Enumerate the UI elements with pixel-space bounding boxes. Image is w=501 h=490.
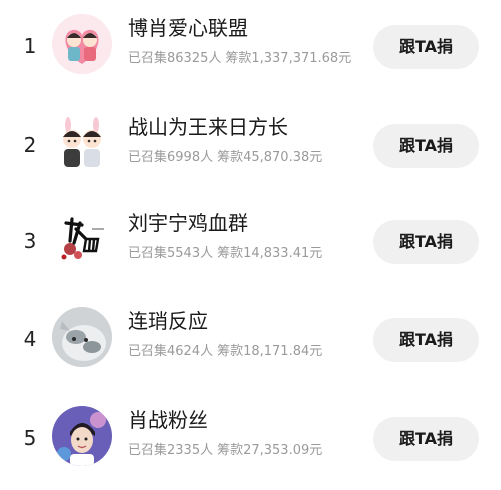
group-name: 博肖爱心联盟 (128, 16, 248, 40)
group-row-1[interactable]: 1 博肖爱心联盟 已召集86325人 筹款1,337,371.68元 跟TA捐 (0, 0, 501, 98)
amount-raised: 筹款45,870.38元 (217, 150, 323, 165)
amount-raised: 筹款18,171.84元 (217, 344, 323, 359)
group-row-3[interactable]: 3 刘宇宁鸡血群 已召集5543人 筹款14,833.41元 跟TA捐 (0, 195, 501, 293)
group-stats: 已召集4624人 筹款18,171.84元 (128, 342, 364, 361)
rank-number: 5 (23, 426, 37, 450)
amount-raised: 筹款1,337,371.68元 (225, 51, 352, 66)
group-stats: 已召集86325人 筹款1,337,371.68元 (128, 49, 364, 68)
rank-number: 2 (23, 133, 37, 157)
couple-cartoon-bunny-icon (52, 113, 112, 173)
group-stats: 已召集5543人 筹款14,833.41元 (128, 244, 364, 263)
participant-count: 已召集4624人 (128, 344, 214, 359)
amount-raised: 筹款14,833.41元 (217, 246, 323, 261)
person-portrait-icon (52, 406, 112, 466)
group-row-5[interactable]: 5 肖战粉丝 已召集2335人 筹款27,353.09元 跟TA捐 (0, 392, 501, 490)
rank-number: 3 (23, 229, 37, 253)
group-stats: 已召集6998人 筹款45,870.38元 (128, 148, 364, 167)
amount-raised: 筹款27,353.09元 (217, 443, 323, 458)
calligraphy-logo-icon (52, 209, 112, 269)
donate-with-button[interactable]: 跟TA捐 (373, 417, 479, 461)
group-name: 连琑反应 (128, 309, 208, 333)
rank-number: 4 (23, 327, 37, 351)
group-name: 肖战粉丝 (128, 408, 208, 432)
participant-count: 已召集2335人 (128, 443, 214, 458)
group-stats: 已召集2335人 筹款27,353.09元 (128, 441, 364, 460)
donate-with-button[interactable]: 跟TA捐 (373, 220, 479, 264)
donate-with-button[interactable]: 跟TA捐 (373, 124, 479, 168)
donation-group-ranking-list: 1 博肖爱心联盟 已召集86325人 筹款1,337,371.68元 跟TA捐 2 (0, 0, 501, 490)
participant-count: 已召集5543人 (128, 246, 214, 261)
donate-with-button[interactable]: 跟TA捐 (373, 25, 479, 69)
group-row-4[interactable]: 4 连琑反应 已召集4624人 筹款18,171.84元 跟TA捐 (0, 293, 501, 391)
couple-cartoon-heart-icon (52, 14, 112, 74)
group-row-2[interactable]: 2 战山为王来日方长 已召集6998人 筹款45,870.38元 跟TA捐 (0, 99, 501, 197)
rank-number: 1 (23, 34, 37, 58)
participant-count: 已召集6998人 (128, 150, 214, 165)
group-name: 刘宇宁鸡血群 (128, 211, 248, 235)
participant-count: 已召集86325人 (128, 51, 222, 66)
donate-with-button[interactable]: 跟TA捐 (373, 318, 479, 362)
group-name: 战山为王来日方长 (128, 115, 288, 139)
cat-photo-icon (52, 307, 112, 367)
